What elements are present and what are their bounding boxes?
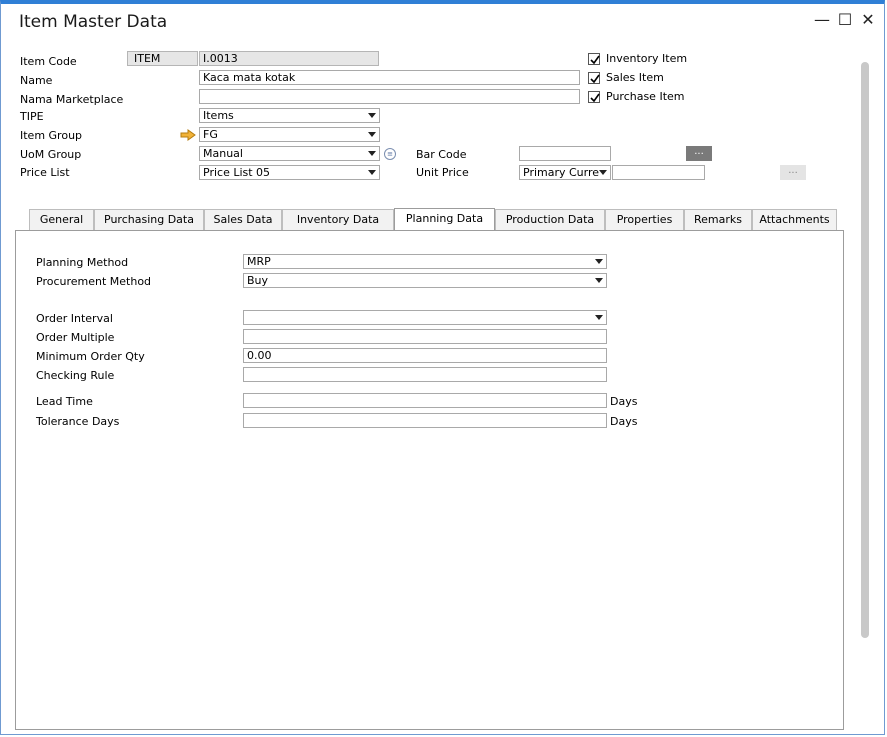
tab-sales-data[interactable]: Sales Data xyxy=(204,209,282,230)
inventory-item-checkbox[interactable] xyxy=(588,53,600,65)
order-multiple-field[interactable] xyxy=(243,329,607,344)
price-list-value: Price List 05 xyxy=(203,166,271,179)
window-title: Item Master Data xyxy=(19,12,168,32)
tolerance-days-label: Tolerance Days xyxy=(36,415,120,428)
item-code-series-value: ITEM xyxy=(134,52,161,65)
tolerance-days-unit: Days xyxy=(610,415,638,428)
procurement-method-value: Buy xyxy=(247,274,269,287)
planning-data-panel: Planning Method MRP Procurement Method B… xyxy=(15,230,844,730)
item-group-dropdown[interactable]: FG xyxy=(199,127,380,142)
minimize-icon[interactable]: — xyxy=(811,10,833,30)
tab-planning-data[interactable]: Planning Data xyxy=(394,208,495,231)
name-field[interactable]: Kaca mata kotak xyxy=(199,70,580,85)
item-code-series-select[interactable]: ITEM xyxy=(127,51,198,66)
checking-rule-label: Checking Rule xyxy=(36,369,115,382)
item-master-window: Item Master Data — ☐ ✕ Item Code Name Na… xyxy=(0,0,885,735)
check-icon xyxy=(590,55,600,65)
unit-price-currency-value: Primary Curre xyxy=(523,166,600,179)
tab-production-data[interactable]: Production Data xyxy=(495,209,605,230)
uom-group-value: Manual xyxy=(203,147,243,160)
minimum-order-qty-label: Minimum Order Qty xyxy=(36,350,145,363)
order-multiple-label: Order Multiple xyxy=(36,331,115,344)
unit-price-field[interactable] xyxy=(612,165,705,180)
tab-purchasing-data[interactable]: Purchasing Data xyxy=(94,209,204,230)
price-list-label: Price List xyxy=(20,166,70,179)
lead-time-label: Lead Time xyxy=(36,395,93,408)
procurement-method-label: Procurement Method xyxy=(36,275,152,288)
maximize-icon[interactable]: ☐ xyxy=(834,10,856,30)
item-code-field[interactable]: I.0013 xyxy=(199,51,379,66)
nama-marketplace-label: Nama Marketplace xyxy=(20,93,124,106)
chevron-down-icon xyxy=(595,259,603,264)
lead-time-unit: Days xyxy=(610,395,638,408)
bar-code-field[interactable] xyxy=(519,146,611,161)
scrollbar-thumb[interactable] xyxy=(861,62,869,638)
arrow-right-icon[interactable] xyxy=(180,129,196,141)
tipe-dropdown[interactable]: Items xyxy=(199,108,380,123)
item-code-label: Item Code xyxy=(20,55,77,68)
item-group-value: FG xyxy=(203,128,218,141)
name-label: Name xyxy=(20,74,53,87)
planning-method-value: MRP xyxy=(247,255,271,268)
sales-item-checkbox[interactable] xyxy=(588,72,600,84)
lead-time-field[interactable] xyxy=(243,393,607,408)
unit-price-label: Unit Price xyxy=(416,166,469,179)
chevron-down-icon xyxy=(595,315,603,320)
check-icon xyxy=(590,93,600,103)
bar-code-button[interactable]: ... xyxy=(686,146,712,161)
chevron-down-icon xyxy=(368,170,376,175)
uom-group-label: UoM Group xyxy=(20,148,82,161)
purchase-item-checkbox[interactable] xyxy=(588,91,600,103)
list-icon[interactable]: ≡ xyxy=(384,148,396,160)
bar-code-label: Bar Code xyxy=(416,148,467,161)
close-icon[interactable]: ✕ xyxy=(857,10,879,30)
chevron-down-icon xyxy=(368,132,376,137)
tab-attachments[interactable]: Attachments xyxy=(752,209,837,230)
planning-method-dropdown[interactable]: MRP xyxy=(243,254,607,269)
tab-remarks[interactable]: Remarks xyxy=(684,209,752,230)
order-interval-dropdown[interactable] xyxy=(243,310,607,325)
purchase-item-label: Purchase Item xyxy=(606,90,685,103)
uom-group-dropdown[interactable]: Manual xyxy=(199,146,380,161)
title-bar[interactable]: Item Master Data — ☐ ✕ xyxy=(1,4,884,36)
unit-price-button[interactable]: ... xyxy=(780,165,806,180)
minimum-order-qty-field[interactable]: 0.00 xyxy=(243,348,607,363)
tab-inventory-data[interactable]: Inventory Data xyxy=(282,209,394,230)
order-interval-label: Order Interval xyxy=(36,312,113,325)
inventory-item-label: Inventory Item xyxy=(606,52,688,65)
tolerance-days-field[interactable] xyxy=(243,413,607,428)
tab-properties[interactable]: Properties xyxy=(605,209,684,230)
checking-rule-field[interactable] xyxy=(243,367,607,382)
chevron-down-icon xyxy=(595,278,603,283)
sales-item-label: Sales Item xyxy=(606,71,664,84)
tipe-label: TIPE xyxy=(20,110,44,123)
price-list-dropdown[interactable]: Price List 05 xyxy=(199,165,380,180)
procurement-method-dropdown[interactable]: Buy xyxy=(243,273,607,288)
nama-marketplace-field[interactable] xyxy=(199,89,580,104)
chevron-down-icon xyxy=(368,113,376,118)
planning-method-label: Planning Method xyxy=(36,256,129,269)
tab-general[interactable]: General xyxy=(29,209,94,230)
chevron-down-icon xyxy=(368,151,376,156)
chevron-down-icon xyxy=(599,170,607,175)
unit-price-currency-dropdown[interactable]: Primary Curre xyxy=(519,165,611,180)
check-icon xyxy=(590,74,600,84)
item-group-label: Item Group xyxy=(20,129,83,142)
tipe-value: Items xyxy=(203,109,234,122)
